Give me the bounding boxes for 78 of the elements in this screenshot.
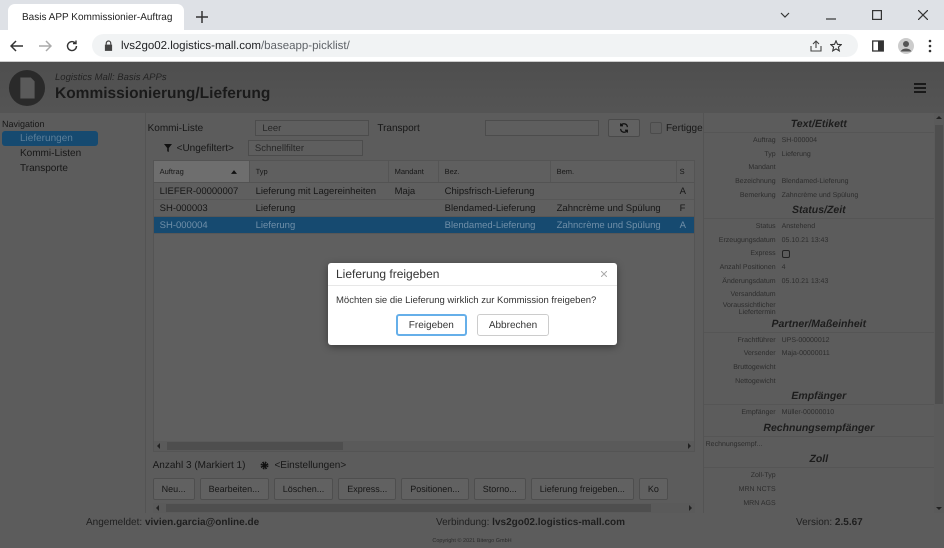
table-cell: SH-000004 [160,220,208,230]
close-icon[interactable] [918,10,928,20]
star-icon[interactable] [830,40,842,52]
action-button[interactable]: Storno... [474,478,526,500]
section-heading: Empfänger [704,388,934,405]
section-heading: Zoll [704,451,934,468]
action-button[interactable]: Löschen... [274,478,334,500]
action-button[interactable]: Lieferung freigeben... [530,478,634,500]
kommi-liste-field[interactable]: Leer [255,120,370,136]
table-row[interactable]: SH-000004 Lieferung Blendamed-Lieferung Zahncrème und Spülung A [154,217,694,234]
settings-link[interactable]: <Einstellungen> [274,460,346,470]
table-cell: A [680,186,686,196]
filter-icon[interactable] [164,144,172,152]
section-heading: Rechnungsempfänger [704,420,934,436]
browser-tab[interactable]: Basis APP Kommissionier-Auftrag [8,4,184,30]
dialog-button[interactable]: Freigeben [396,314,467,336]
table-cell: SH-000003 [160,202,208,214]
back-arrow-icon[interactable] [10,40,24,52]
table-cell: Lieferung [256,220,296,230]
minimize-icon[interactable] [826,18,836,20]
dialog-title: Lieferung freigeben [336,267,440,281]
checkbox[interactable] [782,250,790,258]
field-label: Kommi-Liste [148,122,204,134]
table-cell: Blendamed-Lieferung [444,202,536,214]
table-cell: Chipsfrisch-Lieferung [444,186,534,196]
table-cell: Zahncrème und Spülung [556,220,661,230]
lock-icon [104,40,113,51]
action-button[interactable]: Ko [638,478,668,500]
table-cell: Blendamed-Lieferung [444,220,536,230]
section-heading: Text/Etikett [704,116,934,133]
section-heading: Status/Zeit [704,202,934,219]
vertical-scrollbar[interactable] [934,113,944,513]
reload-icon[interactable] [66,40,78,52]
record-count: Anzahl 3 (Markiert 1) [152,460,246,470]
action-button[interactable]: Positionen... [401,478,469,500]
checkbox-label: Fertigge [666,122,703,134]
nav-item[interactable]: Kommi-Listen [2,146,98,161]
address-bar[interactable]: lvs2go02.logistics-mall.com/baseapp-picklist/ [92,34,858,57]
table-cell: Maja [394,186,416,196]
version-info: Version: 2.5.67 [796,517,863,528]
avatar-icon[interactable] [898,38,914,54]
quick-filter-field[interactable]: Schnellfilter [248,140,363,156]
connection-info: Verbindung: lvs2go02.logistics-mall.com [436,517,626,528]
share-icon[interactable] [810,40,822,52]
filter-link[interactable]: <Ungefiltert> [176,142,234,154]
action-button[interactable]: Neu... [152,478,195,500]
action-button[interactable]: Bearbeiten... [200,478,269,500]
table-cell: F [680,202,686,214]
table-cell: Lieferung [256,202,296,214]
page-title: Kommissionierung/Lieferung [55,85,270,103]
url-host: lvs2go02.logistics-mall.com [121,40,261,52]
table-cell: Zahncrème und Spülung [556,202,661,214]
refresh-icon [618,123,629,133]
document-logo-icon [8,68,46,106]
action-button[interactable]: Express... [338,478,396,500]
table-cell: Lieferung mit Lagereinheiten [256,186,376,196]
new-tab-icon[interactable] [196,11,208,23]
nav-item[interactable]: Transporte [2,161,98,176]
login-info: Angemeldet: vivien.garcia@online.de [86,517,260,528]
table-row[interactable]: LIEFER-00000007 Lieferung mit Lagereinheiten Maja Chipsfrisch-Lieferung A [154,183,694,200]
section-heading: Partner/Maßeinheit [704,316,934,333]
gear-icon[interactable] [260,460,270,470]
menu-icon[interactable] [914,82,926,92]
side-panel-icon[interactable] [872,40,884,52]
table-cell: LIEFER-00000007 [160,186,238,196]
horizontal-scrollbar[interactable] [154,441,694,451]
sort-arrow-icon [230,170,237,174]
maximize-icon[interactable] [872,10,882,20]
table-cell: A [680,220,686,230]
refresh-button[interactable] [608,119,640,137]
kebab-menu-icon[interactable] [928,38,932,52]
field-label: Transport [377,122,421,134]
navigation-heading: Navigation [1,119,46,129]
chevron-down-icon[interactable] [780,10,790,20]
nav-item[interactable]: Lieferungen [2,131,98,146]
dialog-message: Möchten sie die Lieferung wirklich zur Kommission freigeben? [335,294,598,306]
url-path: /baseapp-picklist/ [260,40,350,52]
dialog-button[interactable]: Abbrechen [476,314,550,336]
